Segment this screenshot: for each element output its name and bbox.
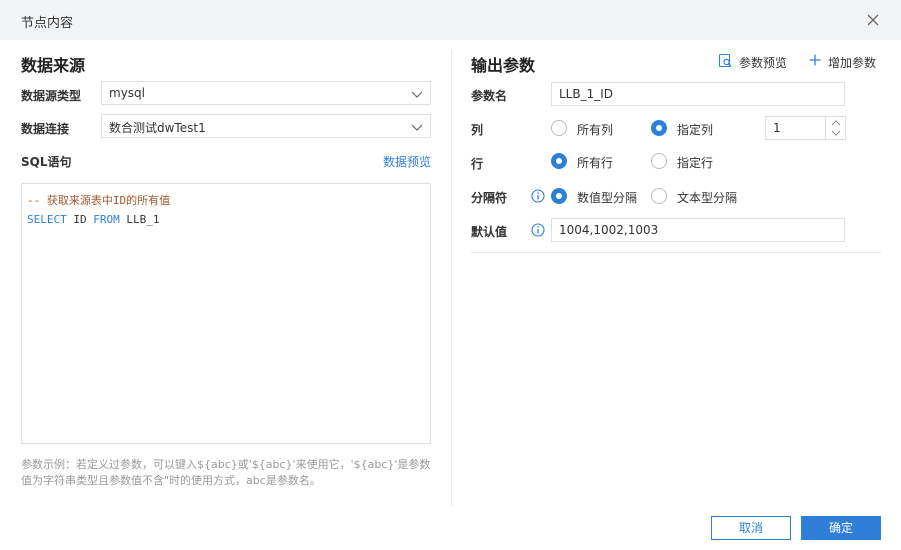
data-preview-link[interactable]: 数据预览 [383, 153, 431, 170]
radio-circle [651, 153, 667, 169]
sql-comment-line: -- 获取来源表中ID的所有值 [27, 194, 171, 207]
datasource-section-title: 数据来源 [21, 56, 86, 75]
plus-icon [809, 54, 821, 66]
radio-circle-selected [551, 153, 567, 169]
output-params-section-title: 输出参数 [471, 56, 536, 75]
radio-circle-selected [551, 188, 567, 204]
chevron-down-icon [411, 124, 423, 131]
dialog-header: 节点内容 [0, 0, 901, 40]
cancel-button[interactable]: 取消 [711, 516, 791, 540]
chevron-down-icon[interactable] [830, 128, 842, 138]
connection-label: 数据连接 [21, 122, 70, 136]
sql-column: ID [66, 213, 94, 226]
radio-circle [651, 188, 667, 204]
default-value-input[interactable]: 1004,1002,1003 [551, 218, 845, 242]
radio-specified-column-label: 指定列 [677, 123, 714, 137]
ok-button[interactable]: 确定 [801, 516, 881, 540]
column-label: 列 [471, 123, 484, 137]
info-icon[interactable] [531, 189, 545, 203]
column-number-stepper[interactable]: 1 [765, 116, 846, 140]
dialog-title: 节点内容 [21, 16, 74, 31]
datasource-type-value: mysql [109, 86, 145, 100]
radio-text-separator-label: 文本型分隔 [677, 191, 738, 205]
separator-label: 分隔符 [471, 191, 508, 205]
param-preview-button[interactable]: 参数预览 [718, 53, 790, 70]
datasource-type-label: 数据源类型 [21, 89, 82, 103]
connection-select[interactable]: 数合测试dwTest1 [101, 114, 431, 138]
params-divider [471, 252, 881, 253]
param-name-value: LLB_1_ID [559, 87, 614, 101]
info-icon[interactable] [531, 223, 545, 237]
param-name-input[interactable]: LLB_1_ID [551, 82, 845, 106]
add-param-button[interactable]: 增加参数 [808, 53, 880, 70]
radio-numeric-separator-label: 数值型分隔 [577, 191, 638, 205]
chevron-down-icon [411, 91, 423, 98]
default-value-label: 默认值 [471, 225, 508, 239]
sql-editor[interactable]: -- 获取来源表中ID的所有值 SELECT ID FROM LLB_1 [21, 183, 431, 444]
chevron-up-icon[interactable] [830, 118, 842, 128]
sql-table: LLB_1 [119, 213, 160, 226]
default-value-value: 1004,1002,1003 [559, 223, 659, 237]
param-name-label: 参数名 [471, 89, 508, 103]
radio-specified-column[interactable]: 指定列 [651, 120, 731, 137]
preview-icon [718, 53, 732, 68]
param-preview-label: 参数预览 [739, 56, 788, 70]
sql-keyword-select: SELECT [27, 213, 67, 226]
radio-specified-row[interactable]: 指定行 [651, 153, 731, 170]
sql-code-line: SELECT ID FROM LLB_1 [27, 213, 160, 226]
radio-text-separator[interactable]: 文本型分隔 [651, 188, 746, 205]
radio-specified-row-label: 指定行 [677, 156, 714, 170]
row-label: 行 [471, 157, 484, 171]
radio-numeric-separator[interactable]: 数值型分隔 [551, 188, 646, 205]
add-param-label: 增加参数 [828, 56, 877, 70]
param-hint-text: 参数示例：若定义过参数，可以键入${abc}或'${abc}'来使用它，'${a… [21, 458, 431, 487]
radio-circle [551, 120, 567, 136]
radio-all-rows[interactable]: 所有行 [551, 153, 631, 170]
radio-circle-selected [651, 120, 667, 136]
close-icon[interactable] [864, 11, 882, 29]
radio-all-columns[interactable]: 所有列 [551, 120, 631, 137]
connection-value: 数合测试dwTest1 [109, 121, 206, 135]
stepper-arrows [825, 117, 845, 139]
radio-all-columns-label: 所有列 [577, 123, 614, 137]
column-divider [451, 50, 452, 506]
sql-label: SQL语句 [21, 155, 72, 169]
radio-all-rows-label: 所有行 [577, 156, 614, 170]
sql-keyword-from: FROM [93, 213, 120, 226]
datasource-type-select[interactable]: mysql [101, 81, 431, 105]
column-number-value: 1 [773, 121, 781, 135]
